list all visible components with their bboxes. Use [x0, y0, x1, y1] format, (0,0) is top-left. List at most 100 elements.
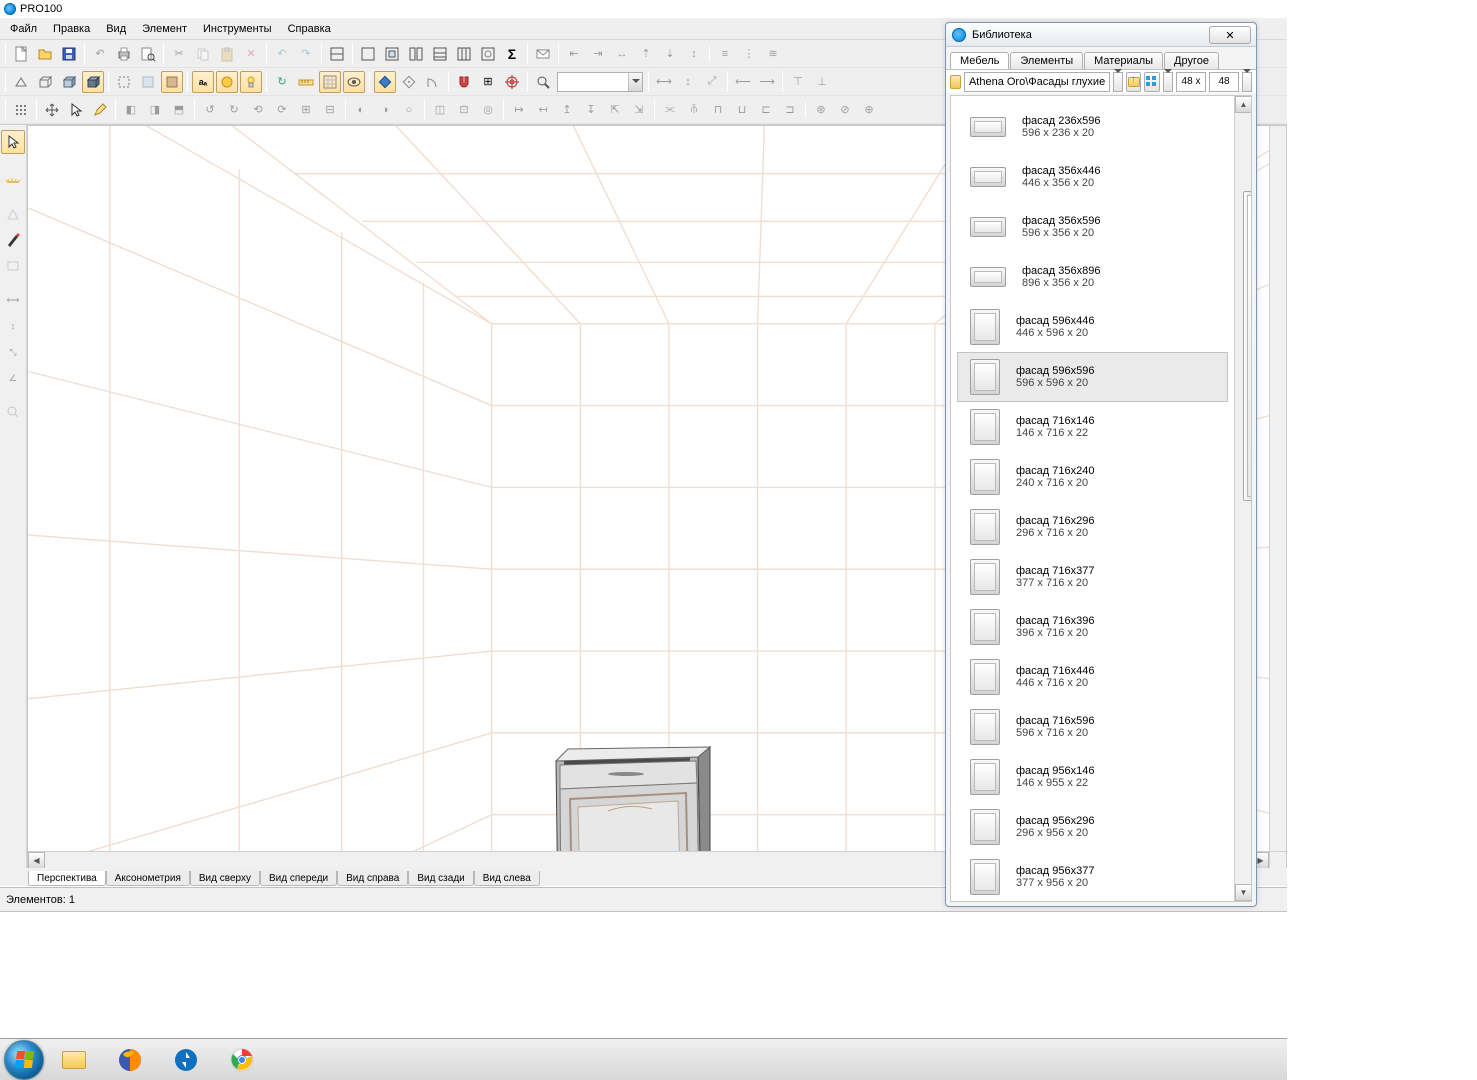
zoom-combo[interactable] [557, 72, 643, 92]
r3-8-icon[interactable]: ⊞ [295, 99, 317, 121]
r3-m7-icon[interactable]: ⊛ [810, 99, 832, 121]
dim-a-icon[interactable]: ⤢ [701, 71, 723, 93]
undo-arrow-icon[interactable]: ↶ [271, 43, 293, 65]
cut-icon[interactable]: ✂ [168, 43, 190, 65]
copy-icon[interactable] [192, 43, 214, 65]
menu-element[interactable]: Элемент [134, 20, 195, 38]
r3-e-icon[interactable]: ⊡ [453, 99, 475, 121]
align-1-icon[interactable]: ⇤ [563, 43, 585, 65]
dim-2-icon[interactable]: ⟶ [756, 71, 778, 93]
paste-icon[interactable] [216, 43, 238, 65]
r3-h-icon[interactable]: ↤ [532, 99, 554, 121]
path-dropdown-icon[interactable] [1113, 72, 1123, 92]
magnet-icon[interactable] [453, 71, 475, 93]
view-tab-front[interactable]: Вид спереди [260, 871, 337, 886]
r3-k-icon[interactable]: ⇱ [604, 99, 626, 121]
print-icon[interactable] [113, 43, 135, 65]
snap-grid-icon[interactable] [374, 71, 396, 93]
view-tab-axonometry[interactable]: Аксонометрия [106, 871, 190, 886]
target-icon[interactable] [501, 71, 523, 93]
dim-b2-icon[interactable]: ⊥ [811, 71, 833, 93]
view-tab-right[interactable]: Вид справа [337, 871, 408, 886]
view-tab-back[interactable]: Вид сзади [408, 871, 473, 886]
r3-1-icon[interactable]: ◧ [120, 99, 142, 121]
grid-points-icon[interactable] [10, 99, 32, 121]
library-item[interactable]: фасад 956x296296 x 956 x 20 [957, 802, 1228, 852]
shape-tool-icon[interactable] [1, 202, 25, 226]
new-file-icon[interactable] [10, 43, 32, 65]
lib-tab-furniture[interactable]: Мебель [950, 52, 1009, 69]
undo-icon[interactable]: ↶ [89, 43, 111, 65]
library-item[interactable]: фасад 956x377377 x 956 x 20 [957, 852, 1228, 901]
menu-view[interactable]: Вид [98, 20, 134, 38]
up-folder-button[interactable]: ↑ [1126, 72, 1141, 92]
task-firefox[interactable] [104, 1043, 156, 1077]
print-preview-icon[interactable] [137, 43, 159, 65]
align-4-icon[interactable]: ⇡ [635, 43, 657, 65]
r3-b-icon[interactable]: ◑ [374, 99, 396, 121]
dist-2-icon[interactable]: ⋮ [738, 43, 760, 65]
grid-icon[interactable] [319, 71, 341, 93]
dist-3-icon[interactable]: ≋ [762, 43, 784, 65]
library-path-combo[interactable]: Athena Oro\Фасады глухие [964, 72, 1110, 92]
r3-m9-icon[interactable]: ⊕ [858, 99, 880, 121]
dim-tool-3-icon[interactable]: ⤡ [1, 340, 25, 364]
tool-a-icon[interactable] [357, 43, 379, 65]
lib-tab-elements[interactable]: Элементы [1010, 52, 1083, 69]
move-tool-icon[interactable] [41, 99, 63, 121]
lights-icon[interactable] [240, 71, 262, 93]
zoom-icon[interactable] [532, 71, 554, 93]
lib-scroll-up-icon[interactable]: ▲ [1235, 96, 1252, 113]
lib-tab-materials[interactable]: Материалы [1084, 52, 1163, 69]
text-labels-icon[interactable]: aₐ [192, 71, 214, 93]
library-item[interactable]: фасад 596x446446 x 596 x 20 [957, 302, 1228, 352]
library-item[interactable]: фасад 716x596596 x 716 x 20 [957, 702, 1228, 752]
view-tab-left[interactable]: Вид слева [474, 871, 540, 886]
library-item[interactable]: фасад 356x896896 x 356 x 20 [957, 252, 1228, 302]
r3-j-icon[interactable]: ↧ [580, 99, 602, 121]
view-mode-dropdown-icon[interactable] [1163, 72, 1173, 92]
tool-f-icon[interactable] [477, 43, 499, 65]
r3-a-icon[interactable]: ◐ [350, 99, 372, 121]
textures-icon[interactable] [161, 71, 183, 93]
library-item[interactable]: фасад 716x377377 x 716 x 20 [957, 552, 1228, 602]
library-close-button[interactable]: ✕ [1209, 26, 1251, 44]
snap-angle-icon[interactable] [422, 71, 444, 93]
dim-b1-icon[interactable]: ⊤ [787, 71, 809, 93]
sum-icon[interactable]: Σ [501, 43, 523, 65]
view-tab-perspective[interactable]: Перспектива [28, 871, 106, 886]
menu-help[interactable]: Справка [280, 20, 339, 38]
r3-m6-icon[interactable]: ⊐ [779, 99, 801, 121]
tool-d-icon[interactable] [429, 43, 451, 65]
tool-e-icon[interactable] [453, 43, 475, 65]
library-item[interactable]: фасад 716x446446 x 716 x 20 [957, 652, 1228, 702]
light-tool-icon[interactable] [1, 168, 25, 192]
ruler-icon[interactable] [295, 71, 317, 93]
task-explorer[interactable] [48, 1043, 100, 1077]
dist-1-icon[interactable]: ≡ [714, 43, 736, 65]
dim-h-icon[interactable]: ⟷ [653, 71, 675, 93]
r3-l-icon[interactable]: ⇲ [628, 99, 650, 121]
view-box-icon[interactable] [34, 71, 56, 93]
task-app[interactable] [160, 1043, 212, 1077]
thumb-width-input[interactable] [1176, 72, 1206, 92]
r3-f-icon[interactable]: ◎ [477, 99, 499, 121]
library-item[interactable]: фасад 356x446446 x 356 x 20 [957, 152, 1228, 202]
r3-c-icon[interactable]: ○ [398, 99, 420, 121]
library-item[interactable]: фасад 356x596596 x 356 x 20 [957, 202, 1228, 252]
align-5-icon[interactable]: ⇣ [659, 43, 681, 65]
zoom-input[interactable] [558, 73, 628, 91]
dim-tool-4-icon[interactable]: ∠ [1, 366, 25, 390]
view-tab-top[interactable]: Вид сверху [190, 871, 260, 886]
view-solid-icon[interactable] [58, 71, 80, 93]
r3-m2-icon[interactable]: ⫚ [683, 99, 705, 121]
menu-edit[interactable]: Правка [45, 20, 98, 38]
redo-arrow-icon[interactable]: ↷ [295, 43, 317, 65]
r3-3-icon[interactable]: ⬒ [168, 99, 190, 121]
snap-point-icon[interactable] [398, 71, 420, 93]
save-icon[interactable] [58, 43, 80, 65]
r3-6-icon[interactable]: ⟲ [247, 99, 269, 121]
view-shaded-icon[interactable] [82, 71, 104, 93]
start-button[interactable] [4, 1040, 44, 1080]
tool-b-icon[interactable] [381, 43, 403, 65]
